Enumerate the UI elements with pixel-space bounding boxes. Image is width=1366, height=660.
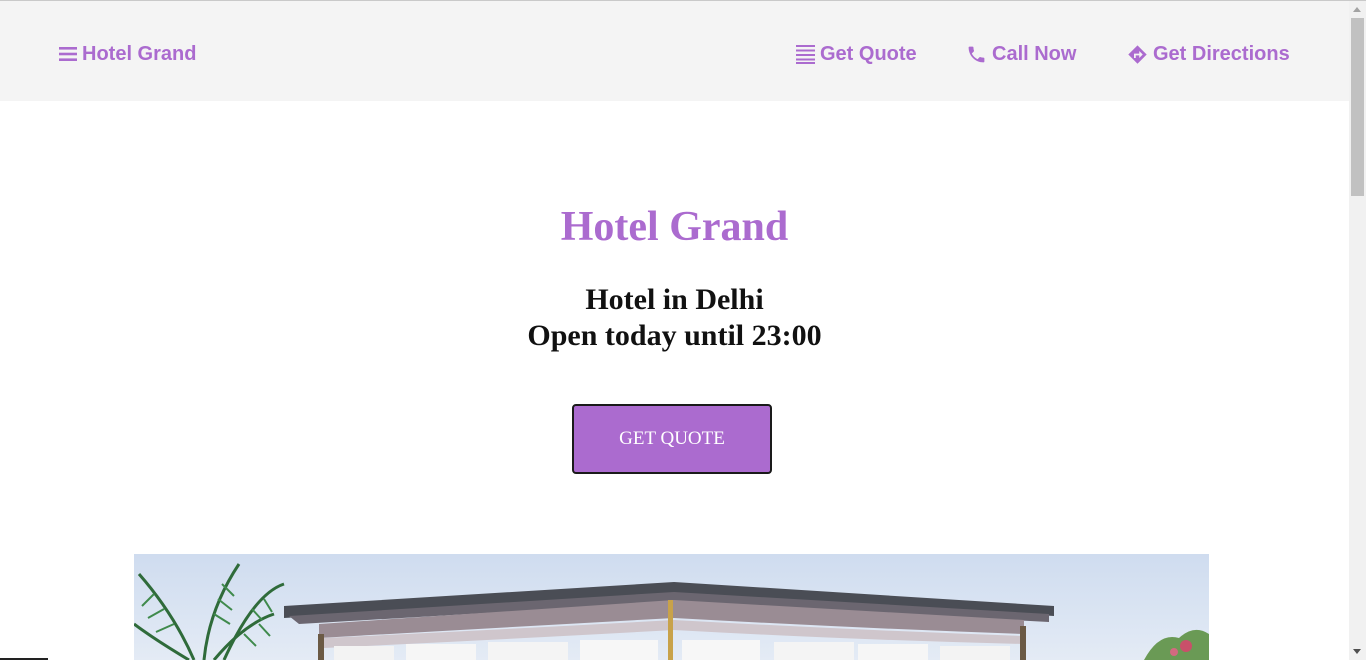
- hotel-photo: [134, 554, 1209, 660]
- hotel-category: Hotel in Delhi: [585, 283, 764, 316]
- brand-link[interactable]: Hotel Grand: [59, 41, 196, 67]
- brand-label: Hotel Grand: [82, 42, 197, 65]
- hotel-title: Hotel Grand: [560, 204, 789, 250]
- directions-icon: [1127, 44, 1148, 65]
- get-directions-link[interactable]: Get Directions: [1127, 41, 1290, 67]
- menu-icon: [59, 46, 77, 62]
- get-quote-label: Get Quote: [820, 42, 917, 65]
- get-quote-link[interactable]: Get Quote: [796, 41, 917, 67]
- hotel-subtitle: Hotel in Delhi Open today until 23:00: [0, 282, 1349, 354]
- get-quote-button[interactable]: GET QUOTE: [572, 404, 772, 474]
- call-now-link[interactable]: Call Now: [966, 41, 1076, 67]
- call-now-label: Call Now: [992, 42, 1077, 65]
- scrollbar-thumb[interactable]: [1351, 18, 1364, 196]
- scroll-up-arrow-icon[interactable]: [1353, 7, 1361, 12]
- list-icon: [796, 44, 815, 64]
- opening-hours: Open today until 23:00: [527, 319, 822, 352]
- phone-icon: [966, 44, 987, 65]
- get-directions-label: Get Directions: [1153, 42, 1290, 65]
- scroll-down-arrow-icon[interactable]: [1353, 649, 1361, 654]
- vertical-scrollbar[interactable]: [1349, 1, 1366, 660]
- top-navbar: Hotel Grand Get Quote Call Now Get Direc…: [0, 1, 1349, 101]
